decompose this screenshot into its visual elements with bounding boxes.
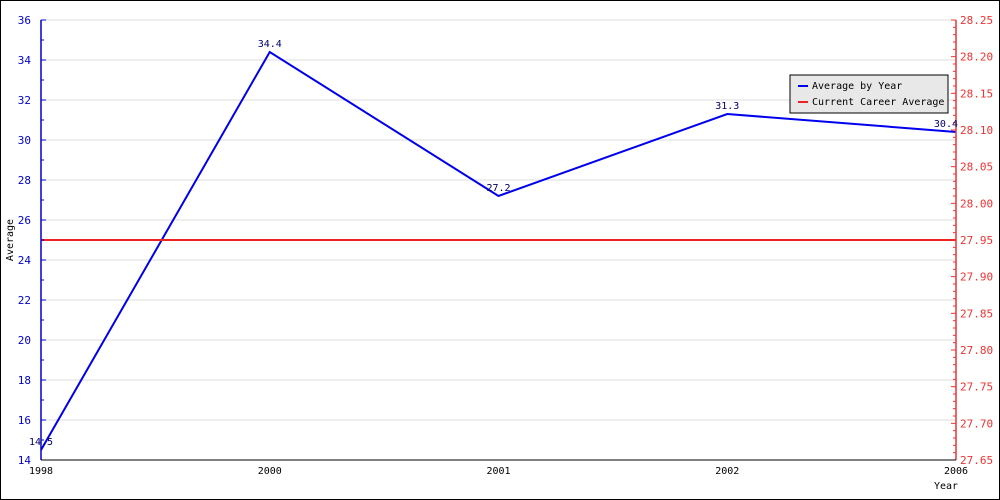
left-tick-label: 20 (18, 334, 31, 347)
right-tick-label: 27.70 (960, 417, 993, 430)
right-tick-label: 28.15 (960, 87, 993, 100)
right-tick-label: 27.90 (960, 271, 993, 284)
right-tick-label: 28.05 (960, 161, 993, 174)
data-label: 34.4 (258, 39, 282, 50)
left-tick-label: 16 (18, 414, 31, 427)
x-tick-label: 1998 (29, 466, 53, 477)
left-tick-label: 34 (18, 54, 32, 67)
left-tick-label: 36 (18, 14, 31, 27)
x-tick-label: 2001 (486, 466, 510, 477)
right-tick-label: 27.75 (960, 381, 993, 394)
line-chart: 14161820222426283032343627.6527.7027.752… (5, 14, 993, 492)
left-tick-label: 28 (18, 174, 31, 187)
right-tick-label: 28.10 (960, 124, 993, 137)
data-label: 27.2 (486, 183, 510, 194)
left-tick-label: 18 (18, 374, 31, 387)
legend-label-average-by-year: Average by Year (812, 81, 902, 92)
legend: Average by Year Current Career Average (789, 74, 949, 114)
x-tick-label: 2006 (944, 466, 968, 477)
right-tick-label: 28.20 (960, 51, 993, 64)
data-label: 30.4 (934, 119, 958, 130)
left-tick-label: 32 (18, 94, 31, 107)
x-tick-label: 2002 (715, 466, 739, 477)
x-tick-label: 2000 (258, 466, 282, 477)
left-tick-label: 26 (18, 214, 31, 227)
right-tick-label: 28.00 (960, 197, 993, 210)
data-label: 31.3 (715, 101, 739, 112)
right-tick-label: 27.95 (960, 234, 993, 247)
right-tick-label: 27.85 (960, 307, 993, 320)
y-axis-title: Average (5, 219, 16, 261)
data-label: 14.5 (29, 437, 53, 448)
left-tick-label: 22 (18, 294, 31, 307)
legend-label-career-average: Current Career Average (812, 97, 944, 108)
left-tick-label: 30 (18, 134, 31, 147)
right-tick-label: 28.25 (960, 14, 993, 27)
right-tick-label: 27.80 (960, 344, 993, 357)
x-axis-title: Year (934, 481, 958, 492)
left-tick-label: 24 (18, 254, 32, 267)
